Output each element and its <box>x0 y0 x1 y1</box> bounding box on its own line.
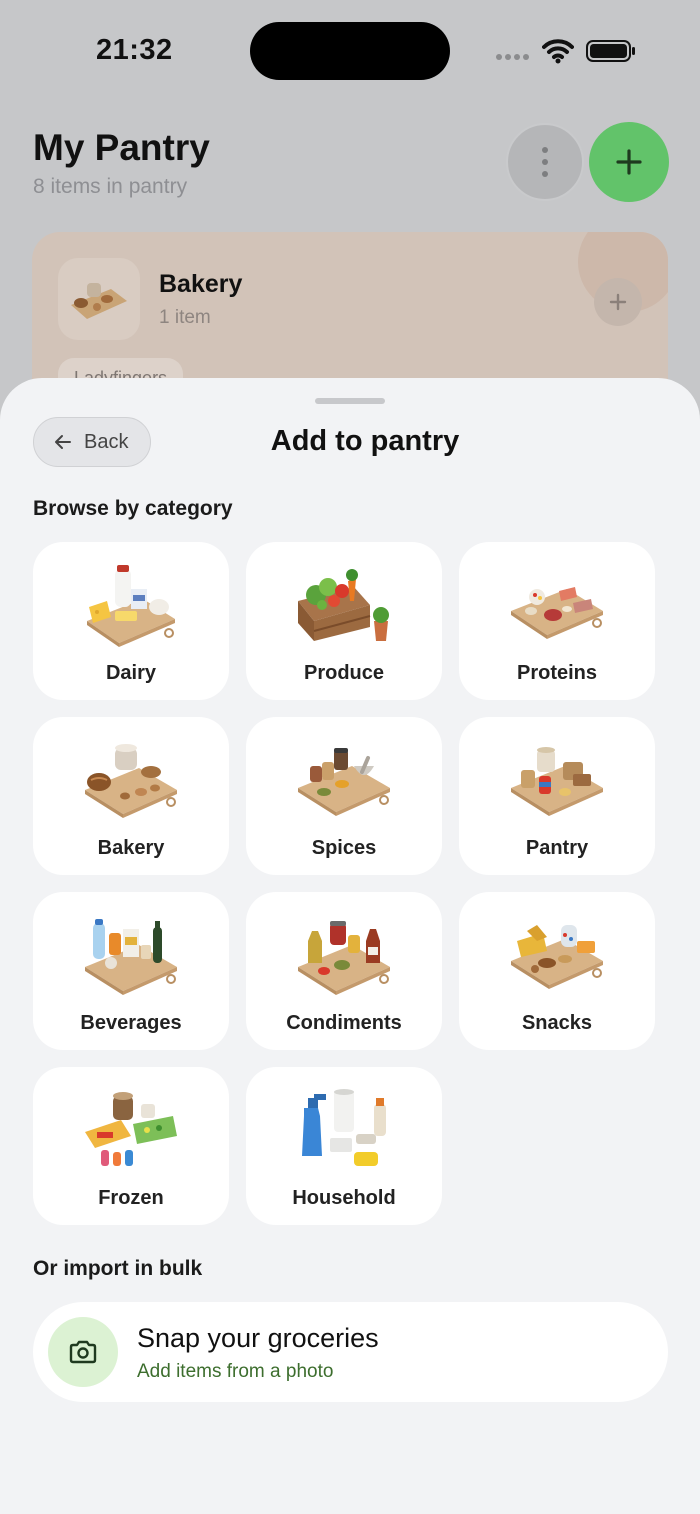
category-label: Snacks <box>521 1012 593 1034</box>
camera-icon <box>69 1340 97 1364</box>
cellular-signal-icon <box>496 54 529 60</box>
snap-subtitle: Add items from a photo <box>137 1361 334 1382</box>
proteins-board-icon <box>511 587 603 639</box>
frozen-items-icon <box>85 1092 177 1166</box>
spices-board-icon <box>298 748 390 816</box>
category-label: Beverages <box>80 1012 182 1034</box>
household-items-icon <box>302 1089 386 1166</box>
page-title: My Pantry <box>33 127 210 168</box>
add-item-button[interactable] <box>589 122 669 202</box>
category-label: Spices <box>311 837 377 859</box>
vertical-ellipsis-icon <box>542 147 548 177</box>
add-to-pantry-sheet: Back Add to pantry Browse by category Da… <box>0 378 700 1514</box>
category-label: Dairy <box>105 662 157 684</box>
snap-groceries-button[interactable]: Snap your groceries Add items from a pho… <box>33 1302 668 1402</box>
category-tile-produce[interactable]: Produce <box>246 542 442 700</box>
beverages-board-icon <box>85 919 177 995</box>
card-title: Bakery <box>159 270 243 298</box>
more-options-button[interactable] <box>506 123 584 201</box>
snap-title: Snap your groceries <box>137 1323 379 1353</box>
snacks-board-icon <box>511 925 603 989</box>
plus-icon <box>609 293 627 311</box>
category-tile-beverages[interactable]: Beverages <box>33 892 229 1050</box>
category-tile-proteins[interactable]: Proteins <box>459 542 655 700</box>
snap-icon-badge <box>48 1317 118 1387</box>
category-label: Bakery <box>97 837 165 859</box>
category-grid: Dairy Produce Proteins Bakery Spices Pan… <box>33 542 655 1225</box>
produce-crate-icon <box>298 569 389 641</box>
category-tile-household[interactable]: Household <box>246 1067 442 1225</box>
dynamic-island <box>250 22 450 80</box>
sheet-grabber[interactable] <box>315 398 385 404</box>
category-tile-snacks[interactable]: Snacks <box>459 892 655 1050</box>
category-label: Household <box>292 1187 396 1209</box>
bakery-thumbnail-icon <box>58 258 140 340</box>
browse-section-label: Browse by category <box>33 497 233 520</box>
category-tile-spices[interactable]: Spices <box>246 717 442 875</box>
card-add-button[interactable] <box>594 278 642 326</box>
category-tile-condiments[interactable]: Condiments <box>246 892 442 1050</box>
category-label: Proteins <box>516 662 598 684</box>
status-bar: 21:32 <box>0 0 700 100</box>
pantry-count: 8 items in pantry <box>33 175 188 198</box>
sheet-title: Add to pantry <box>270 425 460 457</box>
category-label: Pantry <box>525 837 589 859</box>
battery-icon <box>586 40 635 62</box>
bakery-board-icon <box>85 744 177 818</box>
condiments-board-icon <box>298 921 390 995</box>
category-tile-pantry[interactable]: Pantry <box>459 717 655 875</box>
category-tile-dairy[interactable]: Dairy <box>33 542 229 700</box>
plus-icon <box>616 149 642 175</box>
category-tile-frozen[interactable]: Frozen <box>33 1067 229 1225</box>
dairy-board-icon <box>87 565 175 647</box>
category-label: Produce <box>303 662 385 684</box>
wifi-icon <box>542 39 574 64</box>
category-tile-bakery[interactable]: Bakery <box>33 717 229 875</box>
category-label: Frozen <box>98 1187 164 1209</box>
card-item-count: 1 item <box>159 307 211 328</box>
pantry-board-icon <box>511 747 603 816</box>
bulk-section-label: Or import in bulk <box>33 1257 203 1280</box>
status-time: 21:32 <box>96 34 173 66</box>
category-label: Condiments <box>286 1012 402 1034</box>
